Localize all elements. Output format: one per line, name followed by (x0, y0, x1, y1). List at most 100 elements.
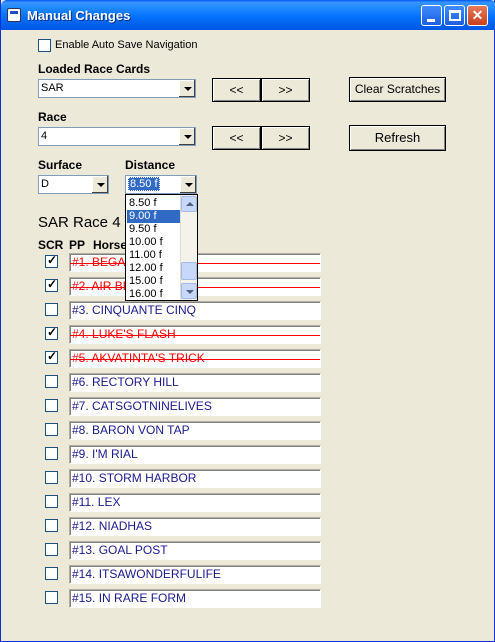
auto-save-label: Enable Auto Save Navigation (55, 39, 198, 51)
horse-entry[interactable]: #11. LEX (69, 493, 321, 512)
surface-label: Surface (38, 158, 83, 172)
race-cards-value: SAR (41, 82, 64, 94)
distance-option[interactable]: 16.00 f (127, 288, 180, 301)
horse-entry-text: #13. GOAL POST (72, 543, 168, 557)
scratch-checkbox[interactable] (45, 399, 58, 412)
race-cards-next-button[interactable]: >> (261, 78, 310, 102)
scroll-up-icon[interactable] (181, 196, 197, 212)
scratch-checkbox[interactable] (45, 325, 58, 340)
distance-option[interactable]: 15.00 f (127, 275, 180, 288)
strike-through-line (70, 359, 320, 360)
horse-entry-text: #6. RECTORY HILL (72, 375, 179, 389)
distance-option[interactable]: 11.00 f (127, 249, 180, 262)
scroll-down-icon[interactable] (181, 283, 197, 299)
surface-combo[interactable]: D (38, 175, 109, 194)
pp-header: PP (69, 238, 86, 252)
race-label: Race (38, 110, 67, 124)
scroll-thumb[interactable] (181, 262, 197, 280)
horse-header: Horse (93, 238, 128, 252)
horse-entry-text: #9. I'M RIAL (72, 447, 138, 461)
distance-option[interactable]: 8.50 f (127, 197, 180, 210)
refresh-label: Refresh (374, 130, 421, 145)
title-bar[interactable]: Manual Changes ✕ (1, 0, 495, 30)
distance-option[interactable]: 9.00 f (127, 210, 180, 223)
race-value: 4 (41, 130, 48, 142)
race-section-title: SAR Race 4 (38, 214, 121, 231)
scratch-checkbox[interactable] (45, 447, 58, 460)
horse-entry[interactable]: #6. RECTORY HILL (69, 373, 321, 392)
horse-entry[interactable]: #14. ITSAWONDERFULIFE (69, 565, 321, 584)
chevron-down-icon[interactable] (178, 128, 195, 145)
scratch-checkbox[interactable] (45, 519, 58, 532)
prev-label: << (229, 83, 244, 97)
distance-scrollbar[interactable] (180, 195, 197, 300)
scratch-checkbox[interactable] (45, 253, 58, 268)
horse-entry-text: #7. CATSGOTNINELIVES (72, 399, 212, 413)
close-button[interactable]: ✕ (467, 5, 488, 26)
horse-entry-text: #12. NIADHAS (72, 519, 153, 533)
distance-label: Distance (125, 158, 176, 172)
horse-entry-text: #1. BEGA (72, 255, 126, 269)
horse-entry[interactable]: #13. GOAL POST (69, 541, 321, 560)
distance-option[interactable]: 12.00 f (127, 262, 180, 275)
horse-entry-text: #10. STORM HARBOR (72, 471, 197, 485)
scratch-checkbox[interactable] (45, 303, 58, 316)
horse-entry-text: #2. AIR BR (72, 279, 132, 293)
horse-entry[interactable]: #7. CATSGOTNINELIVES (69, 397, 321, 416)
scratch-checkbox[interactable] (45, 471, 58, 484)
horse-entry[interactable]: #4. LUKE'S FLASH (69, 325, 321, 344)
horse-entry-text: #3. CINQUANTE CINQ (72, 303, 197, 317)
horse-entry[interactable]: #3. CINQUANTE CINQ (69, 301, 321, 320)
refresh-button[interactable]: Refresh (349, 125, 446, 151)
race-cards-prev-button[interactable]: << (212, 78, 261, 102)
scratch-checkbox[interactable] (45, 543, 58, 556)
scratch-checkbox[interactable] (45, 495, 58, 508)
distance-option[interactable]: 9.50 f (127, 223, 180, 236)
horse-entry-text: #11. LEX (72, 495, 121, 509)
horse-entry[interactable]: #9. I'M RIAL (69, 445, 321, 464)
horse-entry[interactable]: #5. AKVATINTA'S TRICK (69, 349, 321, 368)
race-combo[interactable]: 4 (38, 127, 196, 146)
minimize-button[interactable] (421, 5, 442, 26)
scr-header: SCR (38, 238, 64, 252)
scratch-checkbox[interactable] (45, 567, 58, 580)
race-prev-button[interactable]: << (212, 126, 261, 150)
strike-through-line (70, 335, 320, 336)
horse-entry-text: #15. IN RARE FORM (72, 591, 187, 605)
auto-save-checkbox[interactable] (38, 39, 51, 52)
scratch-checkbox[interactable] (45, 349, 58, 364)
clear-scratches-button[interactable]: Clear Scratches (349, 77, 446, 102)
horse-entry[interactable]: #15. IN RARE FORM (69, 589, 321, 608)
minimize-icon (427, 19, 435, 22)
window-title: Manual Changes (27, 8, 131, 23)
maximize-icon (449, 10, 461, 21)
chevron-down-icon[interactable] (91, 176, 108, 193)
horse-entry[interactable]: #10. STORM HARBOR (69, 469, 321, 488)
scratch-checkbox[interactable] (45, 423, 58, 436)
distance-option[interactable]: 10.00 f (127, 236, 180, 249)
horse-entry-text: #8. BARON VON TAP (72, 423, 190, 437)
prev-label: << (229, 131, 244, 145)
distance-dropdown-list[interactable]: 8.50 f 9.00 f 9.50 f 10.00 f 11.00 f 12.00 f1… (125, 194, 198, 301)
horse-entry-text: #4. LUKE'S FLASH (72, 327, 176, 341)
race-next-button[interactable]: >> (261, 126, 310, 150)
scratch-checkbox[interactable] (45, 591, 58, 604)
scratch-checkbox[interactable] (45, 375, 58, 388)
scratch-checkbox[interactable] (45, 277, 58, 292)
race-cards-label: Loaded Race Cards (38, 62, 151, 76)
clear-scratches-label: Clear Scratches (354, 82, 441, 96)
horse-entry[interactable]: #8. BARON VON TAP (69, 421, 321, 440)
chevron-down-icon[interactable] (179, 176, 196, 193)
distance-combo[interactable]: 8.50 f (125, 175, 197, 194)
next-label: >> (278, 83, 293, 97)
maximize-button[interactable] (444, 5, 465, 26)
manual-changes-window: Manual Changes ✕ Enable Auto Save Naviga… (0, 0, 495, 642)
horse-entry[interactable]: #12. NIADHAS (69, 517, 321, 536)
horse-entry-text: #14. ITSAWONDERFULIFE (72, 567, 221, 581)
chevron-down-icon[interactable] (178, 80, 195, 97)
next-label: >> (278, 131, 293, 145)
close-icon: ✕ (471, 7, 484, 23)
surface-value: D (41, 178, 49, 190)
distance-value: 8.50 f (128, 177, 160, 191)
race-cards-combo[interactable]: SAR (38, 79, 196, 98)
